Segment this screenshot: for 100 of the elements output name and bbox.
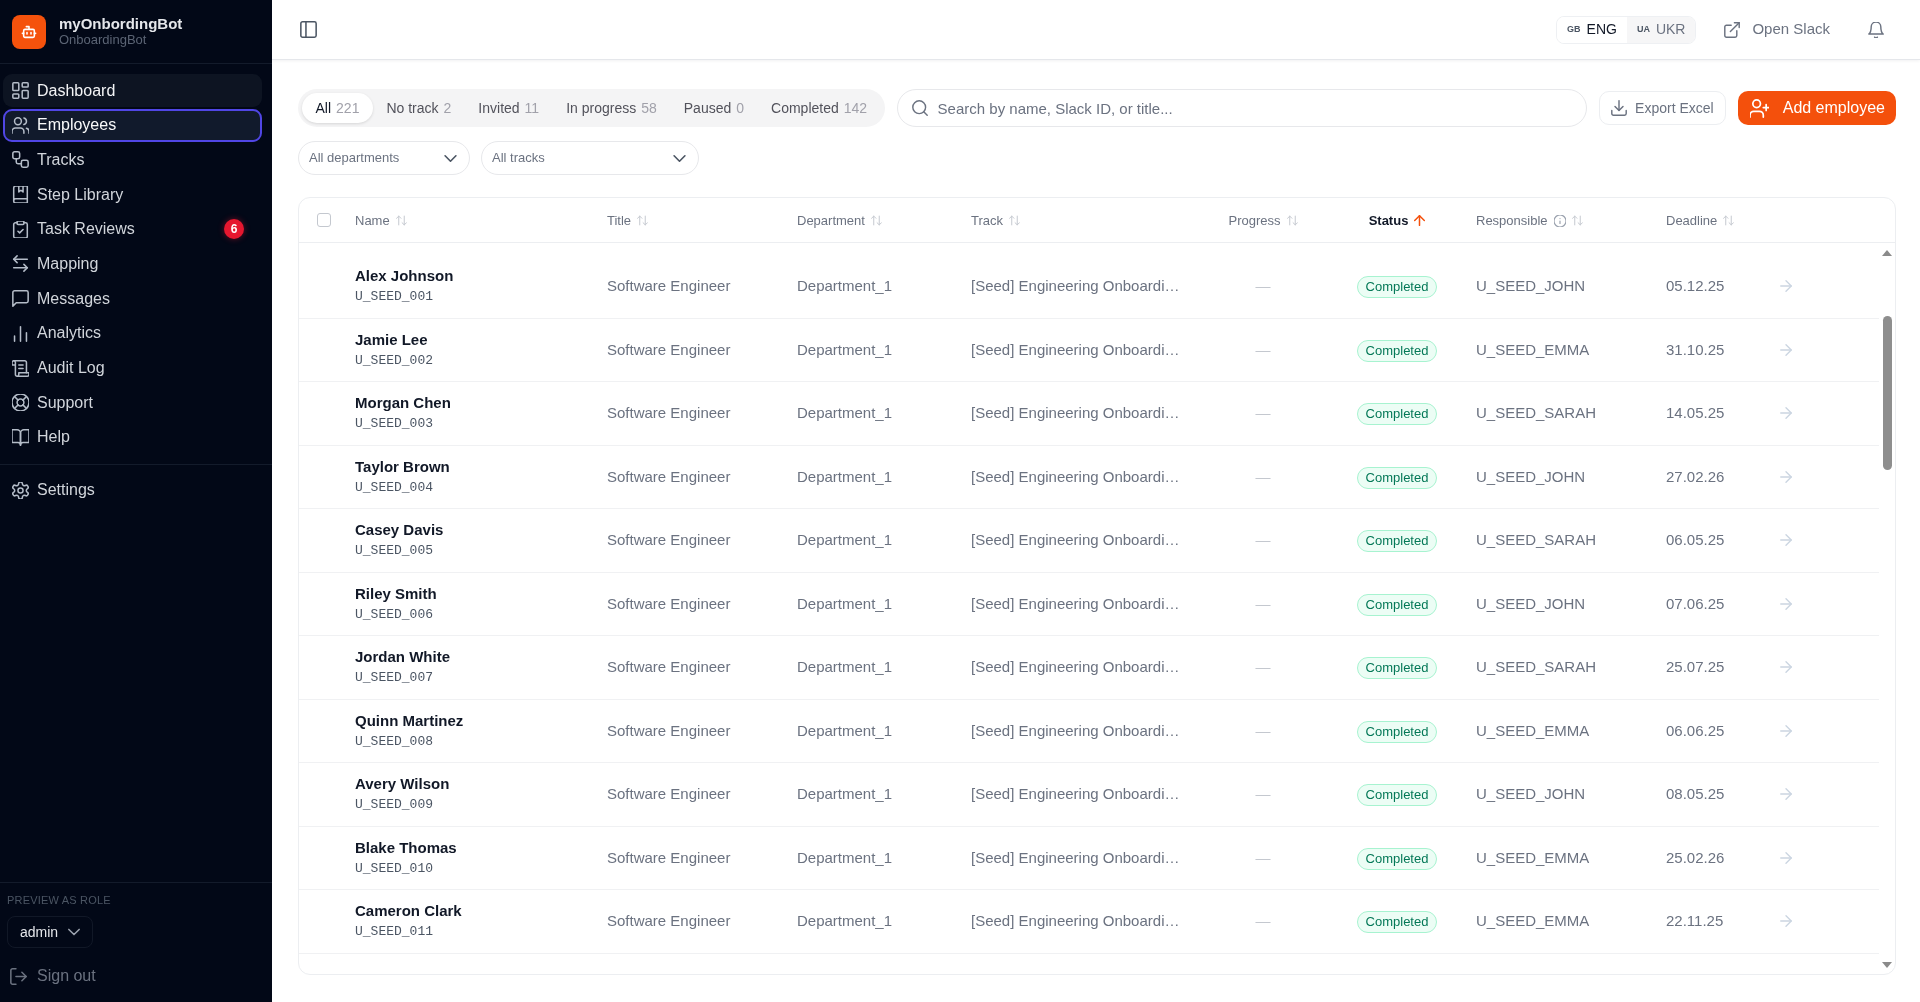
bell-icon[interactable] [1868, 21, 1884, 38]
search-icon [911, 100, 928, 116]
table-cell: U_SEED_EMMA [1476, 912, 1590, 930]
slack-id: U_SEED_001 [355, 289, 433, 305]
column-header[interactable]: Deadline [1666, 211, 1735, 231]
table-cell: 05.12.25 [1666, 277, 1725, 295]
arrow-right-icon[interactable] [1780, 915, 1792, 928]
sidebar-item[interactable]: Help [3, 420, 262, 454]
slack-id: U_SEED_002 [355, 352, 433, 369]
employee-name: Jordan White [355, 648, 450, 666]
role-dropdown[interactable]: admin [7, 916, 94, 948]
table-cell: Department_1 [797, 721, 893, 739]
filter-tab[interactable]: Invited 11 [464, 93, 553, 123]
table-cell: Software Engineer [607, 848, 731, 866]
search-field[interactable]: Search by name, Slack ID, or title... [896, 89, 1588, 127]
table-cell: Department_1 [797, 912, 893, 930]
status-badge: Completed [1356, 530, 1438, 553]
filter-tab[interactable]: In progress 58 [552, 93, 671, 123]
arrow-right-icon[interactable] [1780, 470, 1792, 483]
panel-icon[interactable] [300, 21, 317, 38]
table-cell: Software Engineer [607, 340, 731, 358]
table-cell: Software Engineer [607, 467, 731, 485]
slack-id: U_SEED_010 [355, 860, 433, 877]
progress-value: — [1255, 277, 1271, 295]
arrow-right-icon[interactable] [1780, 724, 1792, 737]
employee-name: Casey Davis [355, 521, 444, 539]
arrow-right-icon[interactable] [1780, 661, 1792, 674]
select-all-checkbox[interactable] [317, 213, 331, 227]
table-cell: 25.02.26 [1666, 848, 1725, 866]
sidebar-item[interactable]: Analytics [3, 316, 262, 350]
column-header[interactable]: Title [607, 211, 649, 231]
sidebar-item[interactable]: Step Library [3, 178, 262, 212]
table-cell: Software Engineer [607, 404, 731, 422]
table-cell: [Seed] Engineering Onboardi… [971, 594, 1180, 612]
status-badge: Completed [1356, 593, 1438, 616]
table-cell: [Seed] Engineering Onboardi… [971, 340, 1180, 358]
table-cell: [Seed] Engineering Onboardi… [971, 467, 1180, 485]
employee-name: Avery Wilson [355, 775, 450, 793]
arrow-right-icon[interactable] [1780, 851, 1792, 864]
table-cell: 31.10.25 [1666, 340, 1725, 358]
filter-dropdown[interactable]: All departments [298, 141, 470, 175]
sidebar-item[interactable]: Settings [3, 473, 262, 507]
slack-id: U_SEED_008 [355, 733, 433, 750]
slack-id: U_SEED_005 [355, 543, 433, 559]
table-cell: Department_1 [797, 277, 893, 295]
table-cell: [Seed] Engineering Onboardi… [971, 531, 1180, 549]
arrow-right-icon[interactable] [1780, 597, 1792, 610]
sidebar-item[interactable]: Task Reviews 6 [3, 212, 262, 246]
open-slack-link[interactable]: Open Slack [1724, 18, 1830, 41]
filter-tab[interactable]: Paused 0 [670, 93, 758, 123]
bar-chart-icon [12, 324, 29, 342]
sidebar-item[interactable]: Tracks [3, 143, 262, 177]
table-cell: U_SEED_EMMA [1476, 340, 1590, 358]
sidebar-item[interactable]: Dashboard [3, 74, 262, 107]
table-cell: 27.02.26 [1666, 467, 1725, 485]
slack-id: U_SEED_011 [355, 924, 433, 940]
export-button[interactable]: Export Excel [1599, 91, 1726, 125]
table-cell: Software Engineer [607, 721, 731, 739]
arrow-right-icon[interactable] [1780, 788, 1792, 801]
slack-id: U_SEED_007 [355, 670, 433, 686]
arrow-right-icon[interactable] [1780, 534, 1792, 547]
column-header[interactable]: Department [797, 211, 882, 231]
arrow-right-icon[interactable] [1780, 280, 1792, 293]
slack-id: U_SEED_006 [355, 606, 433, 623]
sidebar-item[interactable]: Messages [3, 282, 262, 316]
arrow-right-icon[interactable] [1780, 343, 1792, 356]
column-header[interactable]: Name [355, 211, 407, 231]
filter-tab[interactable]: Completed 142 [757, 93, 881, 123]
progress-value: — [1255, 658, 1271, 676]
column-header[interactable]: Progress [1228, 211, 1298, 231]
progress-value: — [1255, 721, 1271, 739]
column-header[interactable]: Track [971, 211, 1021, 231]
sidebar-item[interactable]: Audit Log [3, 351, 262, 385]
filter-tab[interactable]: No track 2 [372, 93, 465, 123]
slack-id: U_SEED_009 [355, 797, 433, 813]
table-cell: Department_1 [797, 404, 893, 422]
table-cell: Software Engineer [607, 277, 731, 295]
sidebar-item[interactable]: Employees [3, 108, 262, 142]
employee-name: Jamie Lee [355, 330, 428, 349]
filter-tab[interactable]: All 221 [302, 93, 373, 123]
table-cell: [Seed] Engineering Onboardi… [971, 404, 1180, 422]
table-cell: U_SEED_JOHN [1476, 785, 1586, 803]
table-cell: Department_1 [797, 658, 893, 676]
table-cell: U_SEED_JOHN [1476, 277, 1586, 295]
sign-out-link[interactable]: Sign out [7, 960, 96, 992]
table-cell: U_SEED_EMMA [1476, 721, 1590, 739]
column-header[interactable]: Responsible [1476, 211, 1583, 231]
sidebar-item[interactable]: Mapping [3, 247, 262, 281]
filter-dropdown[interactable]: All tracks [481, 141, 699, 175]
employee-name: Alex Johnson [355, 267, 454, 285]
table-cell: Department_1 [797, 467, 893, 485]
table-cell: [Seed] Engineering Onboardi… [971, 848, 1180, 866]
language-option[interactable]: UA UKR [1626, 16, 1696, 43]
column-header[interactable]: Status [1368, 211, 1426, 231]
employee-name: Taylor Brown [355, 457, 450, 476]
slack-id: U_SEED_003 [355, 416, 433, 432]
progress-value: — [1255, 340, 1271, 358]
arrow-right-icon[interactable] [1780, 407, 1792, 420]
sidebar-item[interactable]: Support [3, 386, 262, 420]
add-employee-button[interactable]: Add employee [1737, 91, 1896, 125]
